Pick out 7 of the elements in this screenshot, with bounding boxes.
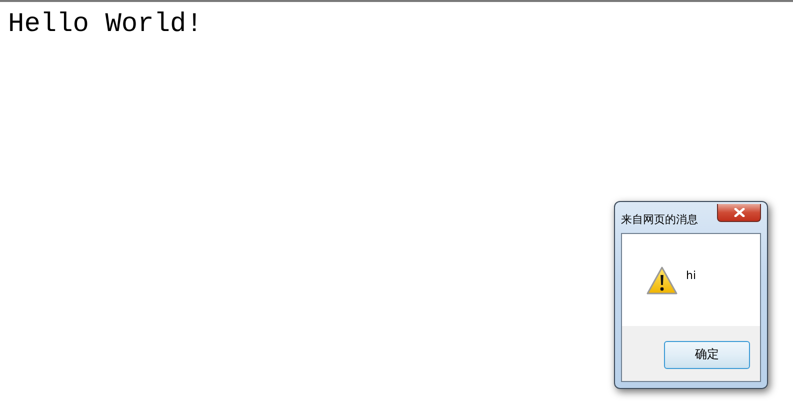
ok-button[interactable]: 确定 <box>664 340 750 368</box>
close-icon <box>734 208 744 217</box>
page-heading: Hello World! <box>8 10 202 40</box>
close-button[interactable] <box>717 204 761 222</box>
warning-icon <box>646 266 678 295</box>
dialog-message: hi <box>686 269 696 282</box>
dialog-title: 来自网页的消息 <box>621 212 698 227</box>
